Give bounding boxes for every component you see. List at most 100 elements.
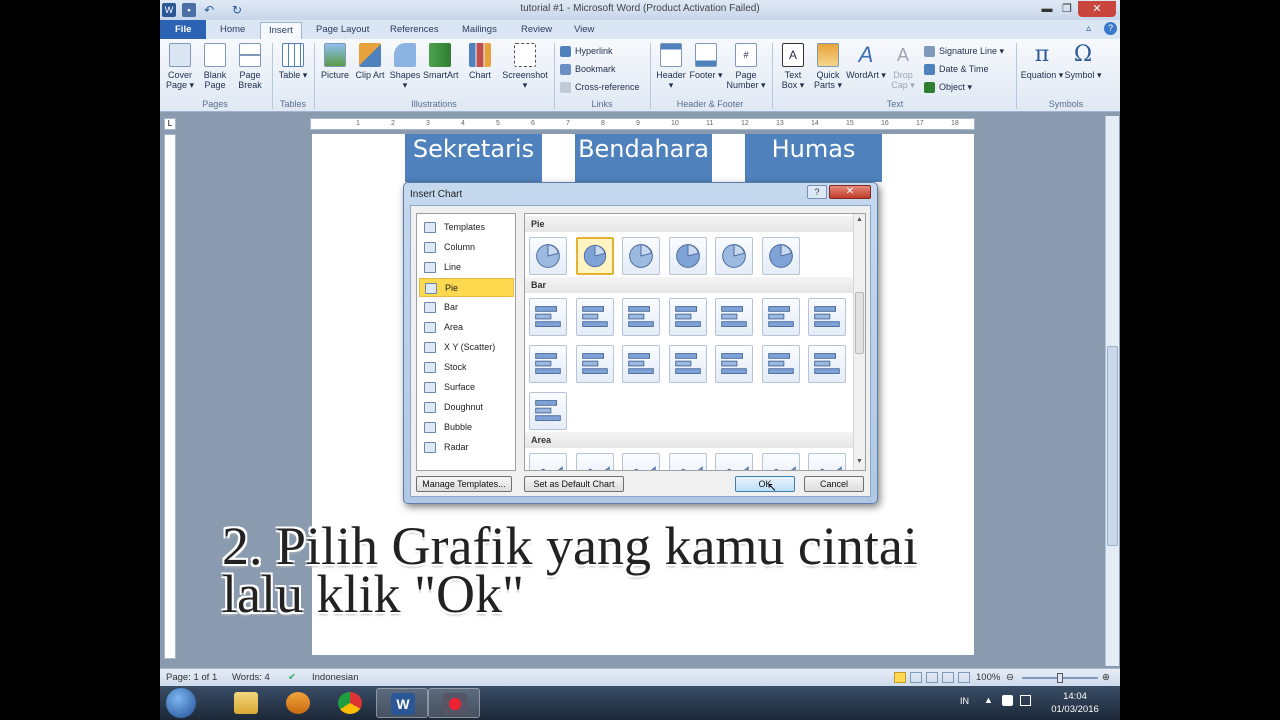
scroll-down-icon[interactable]: ▼ <box>855 458 864 465</box>
bar-chart-thumbnail[interactable] <box>668 345 707 383</box>
chart-category-column[interactable]: Column <box>419 238 514 257</box>
chart-category-pie[interactable]: Pie <box>419 278 514 297</box>
area-chart-thumbnail[interactable] <box>668 453 707 470</box>
area-chart-thumbnail[interactable] <box>808 453 846 470</box>
tab-selector-icon[interactable]: L <box>164 118 176 130</box>
table-header-cell[interactable]: Humas <box>745 134 882 182</box>
page-count[interactable]: Page: 1 of 1 <box>166 672 217 683</box>
chart-category-line[interactable]: Line <box>419 258 514 277</box>
start-button[interactable] <box>166 688 196 718</box>
ribbon-collapse-icon[interactable]: ▵ <box>1086 23 1091 34</box>
word-count[interactable]: Words: 4 <box>232 672 270 683</box>
zoom-slider-thumb[interactable] <box>1057 673 1063 683</box>
chart-category-stock[interactable]: Stock <box>419 358 514 377</box>
pie-chart-thumbnail[interactable] <box>529 237 567 275</box>
taskbar-chrome[interactable] <box>324 688 376 718</box>
footer-button[interactable]: Footer ▾ <box>689 43 723 80</box>
picture-button[interactable]: Picture <box>318 43 352 80</box>
drop-cap-button[interactable]: A Drop Cap ▾ <box>886 43 920 90</box>
chart-category-bubble[interactable]: Bubble <box>419 418 514 437</box>
language-indicator[interactable]: Indonesian <box>312 672 358 683</box>
tab-references[interactable]: References <box>382 22 447 39</box>
area-chart-thumbnail[interactable] <box>529 453 567 470</box>
signature-line-button[interactable]: Signature Line ▾ <box>924 43 1004 59</box>
ok-button[interactable]: OK <box>735 476 795 492</box>
bar-chart-thumbnail[interactable] <box>808 298 846 336</box>
bar-chart-thumbnail[interactable] <box>529 392 567 430</box>
tab-insert[interactable]: Insert <box>260 22 302 39</box>
wordart-button[interactable]: A WordArt ▾ <box>846 43 886 81</box>
chart-button[interactable]: Chart <box>463 43 497 80</box>
bar-chart-thumbnail[interactable] <box>761 345 800 383</box>
outline-view-icon[interactable] <box>942 672 954 683</box>
pie-chart-thumbnail[interactable] <box>668 237 707 275</box>
clock[interactable]: 14:04 01/03/2016 <box>1040 690 1110 716</box>
bookmark-button[interactable]: Bookmark <box>560 61 616 77</box>
pie-chart-thumbnail[interactable] <box>575 237 614 275</box>
manage-templates-button[interactable]: Manage Templates... <box>416 476 512 492</box>
bar-chart-thumbnail[interactable] <box>622 298 660 336</box>
bar-chart-thumbnail[interactable] <box>575 298 614 336</box>
tab-review[interactable]: Review <box>513 22 560 39</box>
symbol-button[interactable]: Ω Symbol ▾ <box>1064 43 1102 81</box>
area-chart-thumbnail[interactable] <box>575 453 614 470</box>
help-icon[interactable]: ? <box>1104 22 1117 35</box>
hyperlink-button[interactable]: Hyperlink <box>560 43 613 59</box>
pie-chart-thumbnail[interactable] <box>715 237 753 275</box>
scroll-up-icon[interactable]: ▲ <box>855 216 864 223</box>
network-icon[interactable] <box>1020 695 1031 706</box>
vertical-ruler[interactable] <box>164 134 176 659</box>
zoom-in-icon[interactable]: ⊕ <box>1102 672 1110 683</box>
horizontal-ruler[interactable]: 1 2 3 4 5 6 7 8 9 10 11 12 13 14 15 16 17 18 <box>310 118 975 130</box>
language-bar[interactable]: IN <box>960 696 969 706</box>
tab-file[interactable]: File <box>160 20 207 39</box>
header-button[interactable]: Header ▾ <box>654 43 688 90</box>
tab-page-layout[interactable]: Page Layout <box>308 22 377 39</box>
cross-reference-button[interactable]: Cross-reference <box>560 79 640 95</box>
chart-category-area[interactable]: Area <box>419 318 514 337</box>
proofing-icon[interactable]: ✔ <box>288 672 296 683</box>
tray-expand-icon[interactable]: ▲ <box>984 695 993 705</box>
shapes-button[interactable]: Shapes ▾ <box>388 43 422 90</box>
clip-art-button[interactable]: Clip Art <box>353 43 387 80</box>
bar-chart-thumbnail[interactable] <box>715 298 753 336</box>
text-box-button[interactable]: A Text Box ▾ <box>776 43 810 90</box>
zoom-out-icon[interactable]: ⊖ <box>1006 672 1014 683</box>
bar-chart-thumbnail[interactable] <box>529 345 567 383</box>
taskbar-explorer[interactable] <box>220 688 272 718</box>
chart-category-doughnut[interactable]: Doughnut <box>419 398 514 417</box>
bar-chart-thumbnail[interactable] <box>761 298 800 336</box>
maximize-button[interactable]: ❐ <box>1056 1 1078 17</box>
area-chart-thumbnail[interactable] <box>761 453 800 470</box>
vertical-scrollbar[interactable] <box>1105 116 1119 666</box>
scrollbar-thumb[interactable] <box>1107 346 1118 546</box>
cancel-button[interactable]: Cancel <box>804 476 864 492</box>
bar-chart-thumbnail[interactable] <box>622 345 660 383</box>
smartart-button[interactable]: SmartArt <box>423 43 459 80</box>
area-chart-thumbnail[interactable] <box>622 453 660 470</box>
bar-chart-thumbnail[interactable] <box>808 345 846 383</box>
area-chart-thumbnail[interactable] <box>715 453 753 470</box>
bar-chart-thumbnail[interactable] <box>529 298 567 336</box>
chart-category-surface[interactable]: Surface <box>419 378 514 397</box>
chart-category-radar[interactable]: Radar <box>419 438 514 457</box>
taskbar-recorder[interactable] <box>428 688 480 718</box>
tab-mailings[interactable]: Mailings <box>454 22 505 39</box>
draft-view-icon[interactable] <box>958 672 970 683</box>
object-button[interactable]: Object ▾ <box>924 79 972 95</box>
page-break-button[interactable]: Page Break <box>233 43 267 90</box>
gallery-scrollbar[interactable]: ▲ ▼ <box>853 214 865 470</box>
taskbar-word[interactable]: W <box>376 688 428 718</box>
bar-chart-thumbnail[interactable] <box>668 298 707 336</box>
set-default-chart-button[interactable]: Set as Default Chart <box>524 476 624 492</box>
full-screen-view-icon[interactable] <box>910 672 922 683</box>
tab-view[interactable]: View <box>566 22 602 39</box>
bar-chart-thumbnail[interactable] <box>715 345 753 383</box>
quick-parts-button[interactable]: Quick Parts ▾ <box>811 43 845 90</box>
taskbar-media-player[interactable] <box>272 688 324 718</box>
pie-chart-thumbnail[interactable] <box>622 237 660 275</box>
table-header-cell[interactable]: Sekretaris <box>405 134 542 182</box>
table-header-cell[interactable]: Bendahara <box>575 134 712 182</box>
date-time-button[interactable]: Date & Time <box>924 61 989 77</box>
page-number-button[interactable]: # Page Number ▾ <box>726 43 766 90</box>
